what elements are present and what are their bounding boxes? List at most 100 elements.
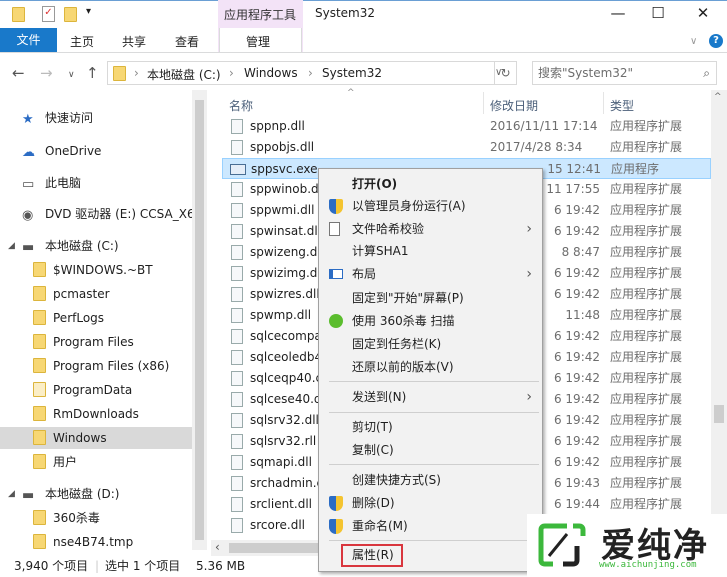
sidebar-item[interactable]: ◢ ▬ 本地磁盘 (D:) [0, 483, 192, 505]
sidebar-item[interactable]: ★ 快速访问 [0, 107, 192, 129]
file-type: 应用程序 [611, 162, 660, 176]
file-type: 应用程序扩展 [610, 476, 683, 490]
menu-item-pin-taskbar[interactable]: 固定到任务栏(K) [319, 333, 542, 355]
sidebar-item[interactable]: ◉ DVD 驱动器 (E:) CCSA_X64 [0, 203, 192, 225]
sidebar-item[interactable]: 用户 [0, 451, 192, 473]
menu-item-delete[interactable]: 删除(D) [319, 492, 542, 514]
menu-item-send-to[interactable]: 发送到(N) › [319, 386, 542, 408]
file-name: sqlceqp40.c [250, 371, 323, 385]
menu-item-pin-start[interactable]: 固定到"开始"屏幕(P) [319, 287, 542, 309]
breadcrumb-system32[interactable]: System32 [322, 66, 382, 80]
folder-icon [33, 262, 46, 277]
forward-icon[interactable]: → [40, 64, 53, 82]
file-type: 应用程序扩展 [610, 308, 683, 322]
dll-file-icon [231, 434, 243, 449]
tab-share[interactable]: 共享 [122, 33, 146, 50]
back-icon[interactable]: ← [12, 64, 25, 82]
sidebar-item[interactable]: Program Files (x86) [0, 355, 192, 377]
menu-label: 布局 [352, 267, 377, 281]
customize-quick-access-icon[interactable]: ▾ [86, 6, 91, 17]
folder-icon [33, 382, 46, 397]
maximize-button[interactable]: ☐ [643, 4, 673, 22]
tab-manage[interactable]: 管理 [246, 33, 270, 50]
scroll-thumb[interactable] [714, 405, 724, 423]
column-header-name[interactable]: 名称 [229, 97, 253, 114]
sidebar-item[interactable]: ☁ OneDrive [0, 140, 192, 162]
sidebar-item[interactable]: PerfLogs [0, 307, 192, 329]
menu-item-create-shortcut[interactable]: 创建快捷方式(S) [319, 469, 542, 491]
menu-separator [329, 464, 539, 465]
expand-ribbon-icon[interactable]: ∨ [690, 36, 697, 47]
file-row[interactable]: sppobjs.dll 2017/4/28 8:34 应用程序扩展 [222, 137, 711, 158]
file-list-scrollbar[interactable]: ^ [711, 90, 727, 545]
breadcrumb-windows[interactable]: Windows [244, 66, 298, 80]
menu-item-scan-360[interactable]: 使用 360杀毒 扫描 [319, 310, 542, 332]
file-type: 应用程序扩展 [610, 497, 683, 511]
menu-item-run-as-admin[interactable]: 以管理员身份运行(A) [319, 195, 542, 217]
menu-label: 发送到(N) [352, 390, 407, 404]
file-name: sppsvc.exe [251, 162, 318, 176]
menu-item-properties[interactable]: 属性(R) [319, 544, 542, 567]
cloud-icon: ☁ [22, 145, 35, 160]
column-header-date[interactable]: 修改日期 [490, 97, 538, 114]
refresh-button[interactable]: ↻ [494, 61, 517, 85]
folder-icon [12, 7, 25, 22]
drive-icon: ▬ [22, 240, 35, 255]
column-divider [483, 92, 484, 114]
sidebar-item[interactable]: Program Files [0, 331, 192, 353]
sidebar-scroll-thumb[interactable] [195, 100, 204, 540]
menu-item-file-hash[interactable]: 文件哈希校验 › [319, 218, 542, 240]
up-icon[interactable]: ↑ [86, 64, 99, 82]
sidebar-item-label: 360杀毒 [53, 511, 100, 525]
sidebar-item[interactable]: Windows [0, 427, 192, 449]
expand-chevron-icon[interactable]: ◢ [8, 483, 15, 505]
dll-file-icon [231, 182, 243, 197]
menu-label: 创建快捷方式(S) [352, 473, 441, 487]
item-count: 3,940 个项目 [14, 559, 89, 573]
sidebar-item[interactable]: RmDownloads [0, 403, 192, 425]
menu-item-restore-versions[interactable]: 还原以前的版本(V) [319, 356, 542, 378]
expand-chevron-icon[interactable]: ◢ [8, 235, 15, 257]
breadcrumb-c-drive[interactable]: 本地磁盘 (C:) [147, 66, 221, 83]
sidebar-item[interactable]: 360杀毒 [0, 507, 192, 529]
recent-locations-icon[interactable]: ∨ [68, 70, 75, 80]
address-bar[interactable]: › 本地磁盘 (C:) › Windows › System32 ∨ [107, 61, 517, 85]
scroll-up-icon[interactable]: ^ [714, 92, 722, 102]
tab-view[interactable]: 查看 [175, 33, 199, 50]
column-header-type[interactable]: 类型 [610, 97, 634, 114]
file-name: sqlsrv32.rll [250, 434, 317, 448]
menu-item-open[interactable]: 打开(O) [319, 173, 542, 195]
menu-item-copy[interactable]: 复制(C) [319, 439, 542, 461]
menu-item-cut[interactable]: 剪切(T) [319, 416, 542, 438]
dll-file-icon [231, 224, 243, 239]
menu-separator [329, 412, 539, 413]
file-row[interactable]: sppnp.dll 2016/11/11 17:14 应用程序扩展 [222, 116, 711, 137]
search-input[interactable]: 搜索"System32" ⌕ [532, 61, 717, 85]
search-placeholder: 搜索"System32" [538, 66, 634, 80]
submenu-arrow-icon: › [526, 266, 532, 282]
minimize-button[interactable]: — [603, 4, 633, 22]
sidebar-item[interactable]: ProgramData [0, 379, 192, 401]
tab-file[interactable]: 文件 [0, 28, 57, 52]
tab-home[interactable]: 主页 [70, 33, 94, 50]
new-folder-quick-icon[interactable] [64, 7, 77, 22]
menu-item-layout[interactable]: 布局 › [319, 263, 542, 285]
dll-file-icon [231, 203, 243, 218]
sidebar-item[interactable]: $WINDOWS.~BT [0, 259, 192, 281]
sidebar-item[interactable]: ▭ 此电脑 [0, 172, 192, 194]
sidebar-item-label: Windows [53, 431, 107, 445]
file-name: sqlcese40.d [250, 392, 322, 406]
menu-item-sha1[interactable]: 计算SHA1 [319, 240, 542, 262]
sidebar-scrollbar[interactable] [192, 90, 207, 550]
360-shield-icon [329, 314, 343, 328]
scroll-left-icon[interactable]: ‹ [215, 540, 220, 554]
help-icon[interactable]: ? [709, 34, 723, 48]
sidebar-item[interactable]: nse4B74.tmp [0, 531, 192, 553]
close-button[interactable]: ✕ [688, 4, 718, 22]
properties-quick-icon[interactable]: ✓ [42, 6, 55, 22]
sidebar-item[interactable]: pcmaster [0, 283, 192, 305]
sidebar-item[interactable]: ◢ ▬ 本地磁盘 (C:) [0, 235, 192, 257]
submenu-arrow-icon: › [526, 389, 532, 405]
menu-item-rename[interactable]: 重命名(M) [319, 515, 542, 537]
file-type: 应用程序扩展 [610, 392, 683, 406]
